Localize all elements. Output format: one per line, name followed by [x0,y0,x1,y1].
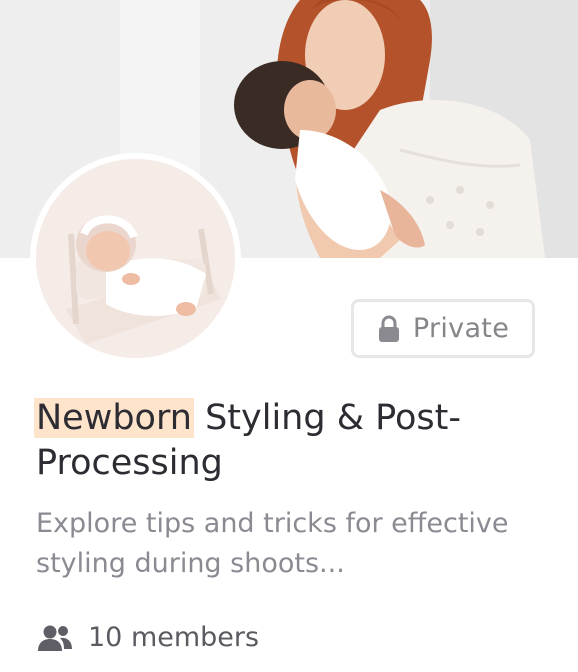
group-avatar-image [36,159,235,358]
people-icon [36,624,74,652]
group-avatar [30,153,241,364]
members-count: 10 members [36,622,259,653]
title-highlight: Newborn [34,398,194,438]
privacy-badge: Private [351,299,535,358]
lock-icon [377,315,401,343]
avatar-illustration [36,159,235,358]
privacy-label: Private [412,313,510,344]
group-description: Explore tips and tricks for effective st… [36,508,509,579]
group-title[interactable]: Newborn Styling & Post-Processing [34,396,536,486]
members-label: 10 members [88,622,260,653]
group-card[interactable]: Private Newborn Styling & Post-Processin… [0,0,578,672]
